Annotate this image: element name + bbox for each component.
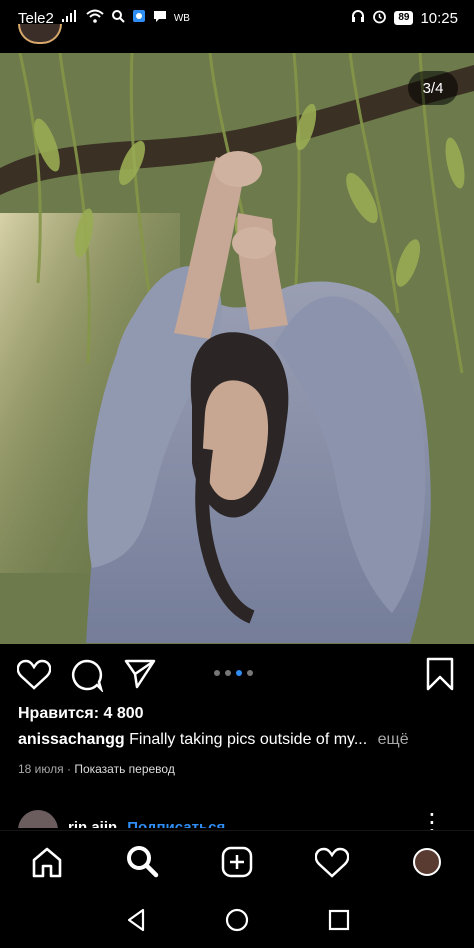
peek-username[interactable]: rin.ajin (68, 819, 117, 828)
status-right: 89 10:25 (351, 9, 458, 28)
android-navigation (0, 892, 474, 948)
profile-avatar[interactable] (412, 847, 442, 877)
show-translation-link[interactable]: Показать перевод (74, 762, 175, 776)
carousel-dot (214, 670, 220, 676)
alarm-icon (372, 9, 387, 28)
app-shield-icon (132, 9, 146, 27)
message-icon (153, 9, 167, 27)
recents-icon[interactable] (326, 907, 352, 933)
post-photo (0, 53, 474, 644)
carousel-dot-active (236, 670, 242, 676)
avatar[interactable] (413, 848, 441, 876)
avatar[interactable] (18, 810, 58, 828)
home-circle-icon[interactable] (224, 907, 250, 933)
heart-icon[interactable] (16, 656, 52, 692)
caption-text: Finally taking pics outside of my... (129, 731, 368, 748)
previous-post-avatar[interactable] (18, 24, 62, 44)
next-post-header-peek[interactable]: rin.ajin Подписаться (18, 810, 458, 828)
post-date: 18 июля (18, 762, 64, 776)
caption-username[interactable]: anissachangg (18, 731, 125, 748)
battery-indicator: 89 (394, 11, 414, 25)
carousel-dots (214, 670, 253, 676)
carousel-dot (225, 670, 231, 676)
activity-heart-icon[interactable] (314, 845, 350, 879)
caption-more-link[interactable]: ещё (378, 731, 409, 748)
carousel-counter: 3/4 (408, 71, 458, 105)
back-icon[interactable] (122, 907, 150, 933)
status-bar: Tele2 WB 89 10:25 (0, 0, 474, 36)
signal-icon (61, 9, 79, 27)
add-icon[interactable] (219, 844, 255, 880)
send-icon[interactable] (122, 656, 158, 692)
post-meta: 18 июля · Показать перевод (18, 762, 175, 776)
post-image[interactable] (0, 53, 474, 644)
comment-icon[interactable] (68, 656, 106, 694)
caption[interactable]: anissachangg Finally taking pics outside… (18, 731, 458, 749)
headphones-icon (351, 9, 365, 27)
search-icon[interactable] (124, 843, 160, 879)
carousel-dot (247, 670, 253, 676)
likes-count[interactable]: Нравится: 4 800 (18, 705, 144, 723)
follow-button[interactable]: Подписаться (127, 819, 225, 828)
bottom-navigation (0, 830, 474, 893)
bookmark-icon[interactable] (423, 656, 457, 692)
more-options-icon[interactable]: ⋮ (420, 811, 444, 835)
wb-label: WB (173, 12, 190, 24)
home-icon[interactable] (29, 845, 65, 879)
search-status-icon (111, 9, 125, 27)
clock: 10:25 (420, 9, 458, 27)
wifi-icon (86, 9, 104, 27)
